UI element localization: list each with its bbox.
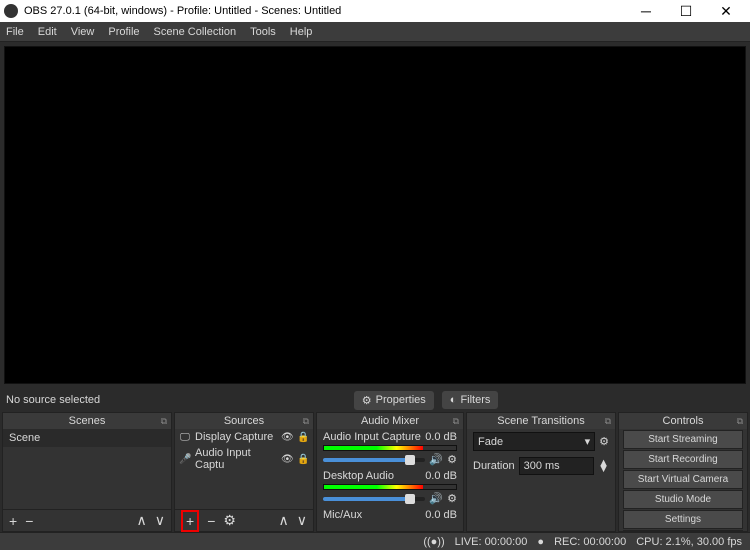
docks: Scenes ⧉ Scene + − ∧ ∨ Sources ⧉ 🖵 Display… <box>0 412 750 532</box>
display-icon: 🖵 <box>179 432 191 443</box>
channel-db: 0.0 dB <box>425 509 457 521</box>
remove-source-button[interactable]: − <box>207 513 215 529</box>
add-source-button[interactable]: + <box>181 510 199 532</box>
lock-icon[interactable]: 🔒 <box>297 454 309 465</box>
menu-help[interactable]: Help <box>290 26 313 38</box>
start-virtual-camera-button[interactable]: Start Virtual Camera <box>623 470 743 489</box>
studio-mode-button[interactable]: Studio Mode <box>623 490 743 509</box>
menu-tools[interactable]: Tools <box>250 26 276 38</box>
no-source-label: No source selected <box>6 394 100 406</box>
filters-button[interactable]: ◐Filters <box>442 391 499 409</box>
close-button[interactable]: ✕ <box>706 3 746 20</box>
duration-input[interactable]: 300 ms <box>519 457 595 475</box>
channel-db: 0.0 dB <box>425 431 457 443</box>
start-streaming-button[interactable]: Start Streaming <box>623 430 743 449</box>
mixer-channel: Mic/Aux 0.0 dB <box>317 507 463 523</box>
channel-db: 0.0 dB <box>425 470 457 482</box>
duration-spinner[interactable]: ▲▼ <box>598 460 609 472</box>
speaker-icon[interactable]: 🔊 <box>429 492 443 505</box>
eye-icon[interactable]: 👁 <box>281 454 293 465</box>
eye-icon[interactable]: 👁 <box>281 432 293 443</box>
statusbar: ((●)) LIVE: 00:00:00 ● REC: 00:00:00 CPU… <box>0 532 750 550</box>
titlebar: OBS 27.0.1 (64-bit, windows) - Profile: … <box>0 0 750 22</box>
popout-icon[interactable]: ⧉ <box>737 416 743 427</box>
gear-icon[interactable]: ⚙ <box>447 453 457 466</box>
audio-mixer-dock: Audio Mixer ⧉ Audio Input Capture 0.0 dB 🔊… <box>316 412 464 532</box>
popout-icon[interactable]: ⧉ <box>453 416 459 427</box>
volume-slider[interactable] <box>323 497 425 501</box>
move-up-icon[interactable]: ∧ <box>137 512 147 529</box>
menu-profile[interactable]: Profile <box>108 26 139 38</box>
source-row[interactable]: 🖵 Display Capture 👁 🔒 <box>175 429 313 445</box>
scenes-dock: Scenes ⧉ Scene + − ∧ ∨ <box>2 412 172 532</box>
move-down-icon[interactable]: ∨ <box>297 512 307 529</box>
cpu-status: CPU: 2.1%, 30.00 fps <box>636 536 742 548</box>
menu-file[interactable]: File <box>6 26 24 38</box>
app-icon <box>4 4 18 18</box>
menu-edit[interactable]: Edit <box>38 26 57 38</box>
menu-view[interactable]: View <box>71 26 95 38</box>
maximize-button[interactable]: ☐ <box>666 3 706 20</box>
source-row[interactable]: 🎤 Audio Input Captu 👁 🔒 <box>175 445 313 473</box>
sources-title: Sources <box>224 415 264 427</box>
settings-button[interactable]: Settings <box>623 510 743 529</box>
rec-status: REC: 00:00:00 <box>554 536 626 548</box>
live-status: LIVE: 00:00:00 <box>455 536 528 548</box>
minimize-button[interactable]: ─ <box>626 3 666 20</box>
preview-area[interactable] <box>4 46 746 384</box>
volume-slider[interactable] <box>323 458 425 462</box>
transitions-dock: Scene Transitions ⧉ Fade▾ ⚙ Duration 300 … <box>466 412 616 532</box>
mixer-channel: Desktop Audio 0.0 dB 🔊 ⚙ <box>317 468 463 507</box>
popout-icon[interactable]: ⧉ <box>161 416 167 427</box>
chevron-down-icon: ▾ <box>585 435 591 448</box>
mixer-title: Audio Mixer <box>361 415 419 427</box>
start-recording-button[interactable]: Start Recording <box>623 450 743 469</box>
channel-name: Audio Input Capture <box>323 431 421 443</box>
source-toolbar: No source selected ⚙Properties ◐Filters <box>0 388 750 412</box>
gear-icon[interactable]: ⚙ <box>447 492 457 505</box>
transition-select[interactable]: Fade▾ <box>473 432 595 451</box>
remove-scene-button[interactable]: − <box>25 513 33 529</box>
scene-item[interactable]: Scene <box>3 429 171 447</box>
properties-button[interactable]: ⚙Properties <box>354 391 434 410</box>
filter-icon: ◐ <box>450 394 457 406</box>
gear-icon[interactable]: ⚙ <box>599 435 609 448</box>
exit-button[interactable]: Exit <box>623 530 743 531</box>
move-down-icon[interactable]: ∨ <box>155 512 165 529</box>
move-up-icon[interactable]: ∧ <box>279 512 289 529</box>
mic-icon: 🎤 <box>179 454 191 465</box>
source-settings-icon[interactable]: ⚙ <box>223 512 236 529</box>
transitions-title: Scene Transitions <box>497 415 584 427</box>
sources-dock: Sources ⧉ 🖵 Display Capture 👁 🔒 🎤 Audio I… <box>174 412 314 532</box>
window-controls: ─ ☐ ✕ <box>626 3 746 20</box>
popout-icon[interactable]: ⧉ <box>303 416 309 427</box>
scenes-title: Scenes <box>69 415 106 427</box>
broadcast-icon: ((●)) <box>423 536 444 548</box>
add-scene-button[interactable]: + <box>9 513 17 529</box>
duration-label: Duration <box>473 460 515 472</box>
controls-title: Controls <box>663 415 704 427</box>
popout-icon[interactable]: ⧉ <box>605 416 611 427</box>
audio-meter <box>323 484 457 490</box>
lock-icon[interactable]: 🔒 <box>297 432 309 443</box>
menu-scene-collection[interactable]: Scene Collection <box>154 26 237 38</box>
source-label: Display Capture <box>195 431 277 443</box>
speaker-icon[interactable]: 🔊 <box>429 453 443 466</box>
channel-name: Desktop Audio <box>323 470 394 482</box>
audio-meter <box>323 445 457 451</box>
gear-icon: ⚙ <box>362 394 372 407</box>
window-title: OBS 27.0.1 (64-bit, windows) - Profile: … <box>24 5 341 17</box>
controls-dock: Controls ⧉ Start Streaming Start Recordin… <box>618 412 748 532</box>
rec-dot-icon: ● <box>537 536 544 548</box>
channel-name: Mic/Aux <box>323 509 362 521</box>
source-label: Audio Input Captu <box>195 447 277 471</box>
menubar: File Edit View Profile Scene Collection … <box>0 22 750 42</box>
mixer-channel: Audio Input Capture 0.0 dB 🔊 ⚙ <box>317 429 463 468</box>
